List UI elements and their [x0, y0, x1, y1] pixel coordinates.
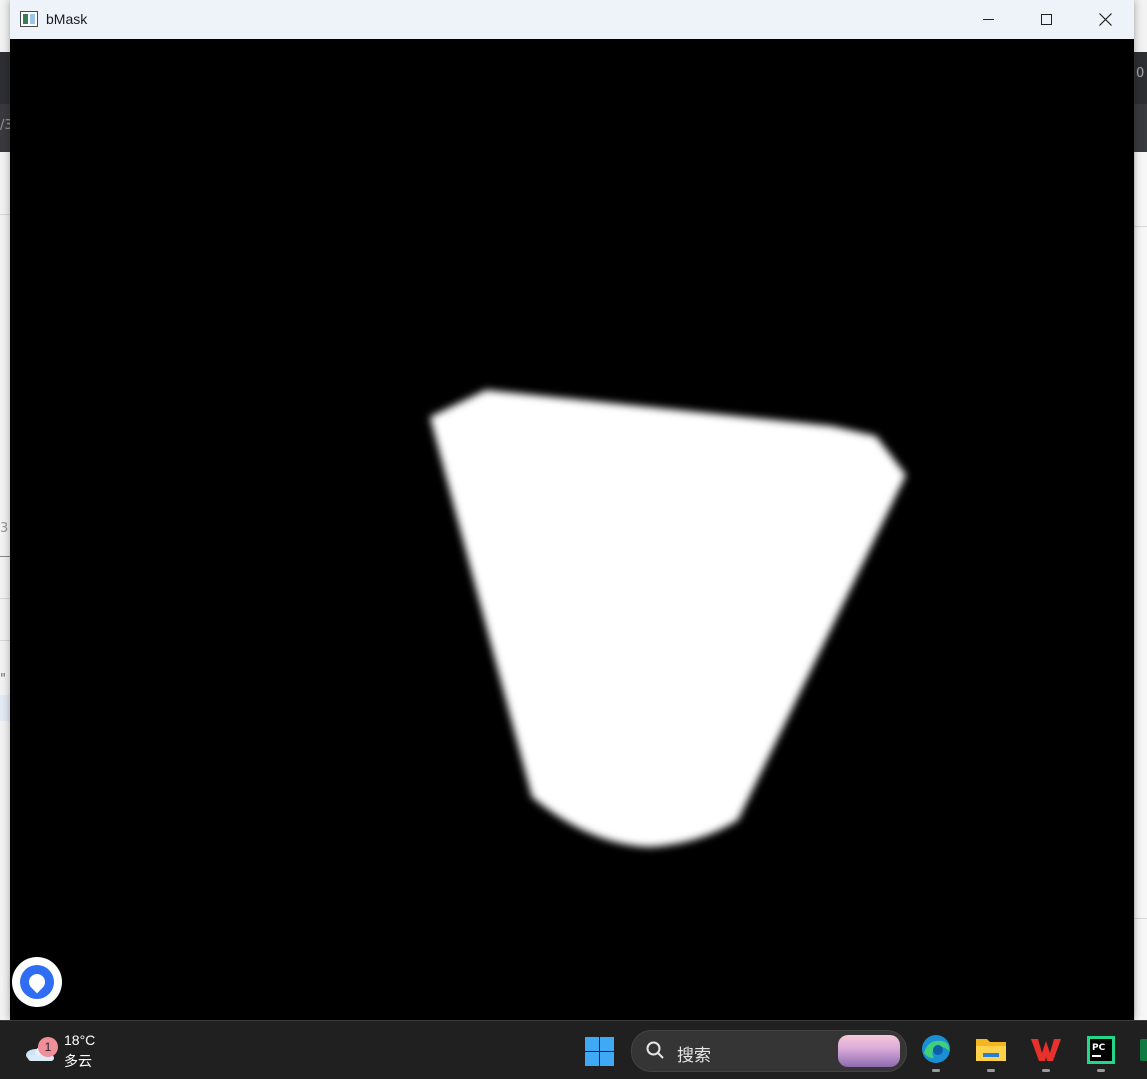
close-icon: [1098, 13, 1112, 26]
taskbar-app-excel[interactable]: [1136, 1031, 1147, 1071]
background-divider: [0, 556, 10, 557]
edge-icon: [922, 1035, 950, 1063]
background-divider: [0, 640, 10, 641]
taskbar: 1 18°C 多云 搜索 PC: [0, 1020, 1147, 1079]
weather-temperature: 18°C: [64, 1032, 96, 1048]
background-text-fragment: 0: [1136, 66, 1145, 81]
svg-text:PC: PC: [1092, 1043, 1106, 1053]
background-app-panel: [1134, 152, 1147, 1020]
assistant-icon: [20, 965, 54, 999]
close-button[interactable]: [1076, 0, 1134, 39]
mask-canvas[interactable]: [10, 39, 1134, 1020]
taskbar-app-pycharm[interactable]: PC: [1081, 1031, 1121, 1072]
background-divider: [1134, 918, 1147, 919]
app-window-icon: [20, 11, 38, 27]
mask-shape: [430, 390, 906, 847]
minimize-button[interactable]: [959, 0, 1017, 39]
taskbar-app-file-explorer[interactable]: [971, 1031, 1011, 1072]
taskbar-app-edge[interactable]: [916, 1031, 956, 1072]
background-text-fragment: 3: [0, 521, 9, 536]
maximize-icon: [1040, 14, 1052, 25]
weather-condition: 多云: [64, 1054, 92, 1070]
notification-badge: 1: [38, 1037, 58, 1057]
background-text-fragment: ": [0, 672, 6, 687]
bmask-window: bMask: [10, 0, 1134, 1020]
floating-assistant-button[interactable]: [12, 957, 62, 1007]
pycharm-icon: PC: [1087, 1036, 1115, 1064]
start-button[interactable]: [584, 1036, 614, 1066]
mask-image: [430, 390, 906, 847]
background-selected-row: [0, 695, 10, 721]
search-icon: [646, 1041, 664, 1059]
file-explorer-icon: [976, 1039, 1006, 1061]
title-bar[interactable]: bMask: [10, 0, 1134, 40]
taskbar-app-wps[interactable]: [1026, 1031, 1066, 1072]
search-highlight-image: [838, 1035, 900, 1067]
excel-icon: [1140, 1039, 1147, 1061]
search-label: 搜索: [677, 1046, 711, 1066]
background-divider: [0, 214, 10, 215]
window-title: bMask: [46, 11, 88, 27]
wps-office-icon: [1031, 1039, 1061, 1061]
maximize-button[interactable]: [1017, 0, 1075, 39]
windows-logo-icon: [585, 1037, 599, 1051]
background-divider: [1134, 226, 1147, 227]
weather-widget[interactable]: 1 18°C 多云: [22, 1029, 132, 1073]
taskbar-search[interactable]: 搜索: [631, 1030, 907, 1072]
minimize-icon: [982, 19, 994, 20]
background-divider: [0, 598, 10, 599]
